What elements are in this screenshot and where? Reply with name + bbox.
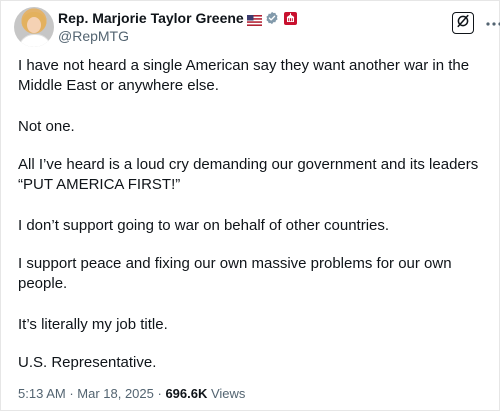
tweet-paragraph: It’s literally my job title. bbox=[18, 316, 168, 333]
views-count[interactable]: 696.6K bbox=[165, 386, 207, 401]
more-options-icon bbox=[485, 14, 500, 32]
tweet-header: Rep. Marjorie Taylor Greene @RepMTG bbox=[14, 7, 500, 47]
tweet-meta: 5:13 AM · Mar 18, 2025 · 696.6K Views bbox=[18, 386, 245, 402]
tweet-paragraph: I don’t support going to war on behalf o… bbox=[18, 217, 390, 234]
tweet-paragraph: U.S. Representative. bbox=[18, 354, 157, 371]
affiliation-badge-icon[interactable] bbox=[283, 11, 297, 25]
author-handle[interactable]: @RepMTG bbox=[58, 27, 129, 45]
avatar[interactable] bbox=[14, 7, 54, 47]
grok-button[interactable] bbox=[452, 12, 474, 34]
meta-separator: · bbox=[65, 386, 78, 401]
tweet-paragraph: Not one. bbox=[18, 118, 75, 135]
meta-separator: · bbox=[153, 386, 166, 401]
tweet-time[interactable]: 5:13 AM bbox=[18, 386, 66, 401]
author-name-row: Rep. Marjorie Taylor Greene bbox=[58, 9, 297, 27]
more-options-button[interactable] bbox=[484, 12, 500, 34]
tweet-date[interactable]: Mar 18, 2025 bbox=[77, 386, 154, 401]
views-label: Views bbox=[207, 386, 246, 401]
avatar-shoulders bbox=[18, 34, 52, 47]
tweet-paragraph: I support peace and fixing our own massi… bbox=[18, 255, 452, 292]
avatar-face bbox=[27, 17, 41, 33]
tweet-card: Rep. Marjorie Taylor Greene @RepMTG I ha… bbox=[0, 0, 500, 411]
grok-icon bbox=[456, 14, 470, 33]
us-flag-icon bbox=[246, 13, 262, 26]
verified-badge-icon[interactable] bbox=[265, 11, 279, 25]
tweet-paragraph: All I’ve heard is a loud cry demanding o… bbox=[18, 156, 479, 193]
author-display-name[interactable]: Rep. Marjorie Taylor Greene bbox=[58, 9, 244, 27]
tweet-paragraph: I have not heard a single American say t… bbox=[18, 57, 470, 94]
